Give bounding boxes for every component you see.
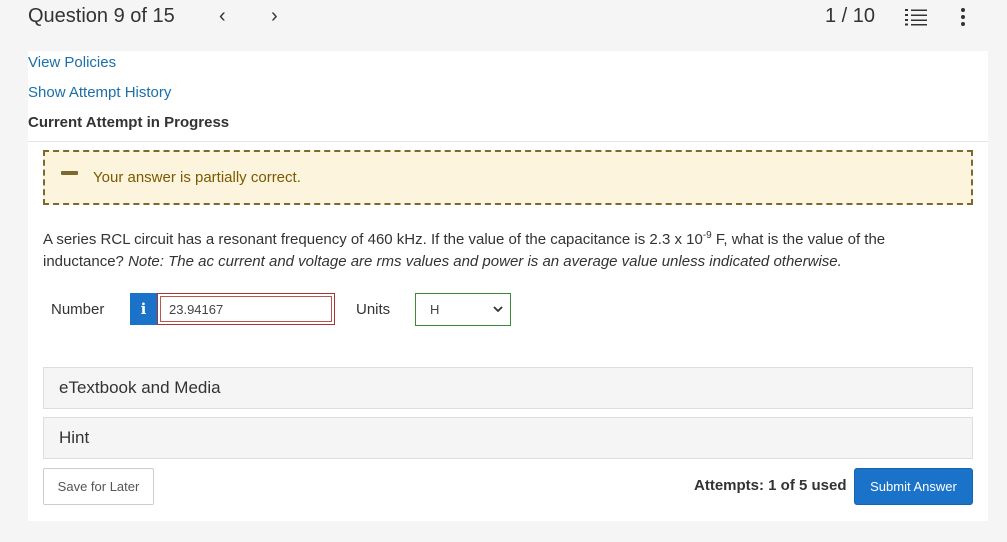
show-attempt-history-link[interactable]: Show Attempt History [28,84,171,101]
numbered-list-icon[interactable] [905,8,927,26]
units-label: Units [356,301,391,318]
submit-answer-button[interactable]: Submit Answer [854,468,973,505]
info-icon[interactable]: i [130,293,157,325]
page-count: 1 / 10 [825,5,876,27]
question-part1: A series RCL circuit has a resonant freq… [43,231,703,248]
etextbook-accordion[interactable]: eTextbook and Media [43,367,973,409]
chevron-left-icon[interactable]: ‹ [219,4,226,28]
units-select[interactable]: H [415,293,511,326]
question-title: Question 9 of 15 [28,5,175,27]
top-bar: Question 9 of 15 ‹ › 1 / 10 [0,0,1007,40]
number-input[interactable] [160,296,332,322]
question-exponent: -9 [702,230,712,241]
number-label: Number [51,301,105,318]
question-note: Note: The ac current and voltage are rms… [128,253,842,270]
minus-icon [61,171,78,175]
hint-accordion[interactable]: Hint [43,417,973,459]
question-text: A series RCL circuit has a resonant freq… [43,229,943,273]
chevron-down-icon [493,306,503,313]
attempts-counter: Attempts: 1 of 5 used [694,477,847,494]
save-for-later-button[interactable]: Save for Later [43,468,154,505]
units-selected-value: H [430,302,440,317]
number-input-wrapper [157,293,335,325]
etextbook-label: eTextbook and Media [59,378,221,397]
divider [28,141,988,142]
question-panel: View Policies Show Attempt History Curre… [28,51,988,521]
view-policies-link[interactable]: View Policies [28,54,116,71]
vertical-dots-icon[interactable] [955,6,971,28]
feedback-banner: Your answer is partially correct. [43,150,973,205]
feedback-text: Your answer is partially correct. [93,169,301,186]
hint-label: Hint [59,428,90,447]
chevron-right-icon[interactable]: › [271,4,278,28]
current-attempt-heading: Current Attempt in Progress [28,114,230,131]
